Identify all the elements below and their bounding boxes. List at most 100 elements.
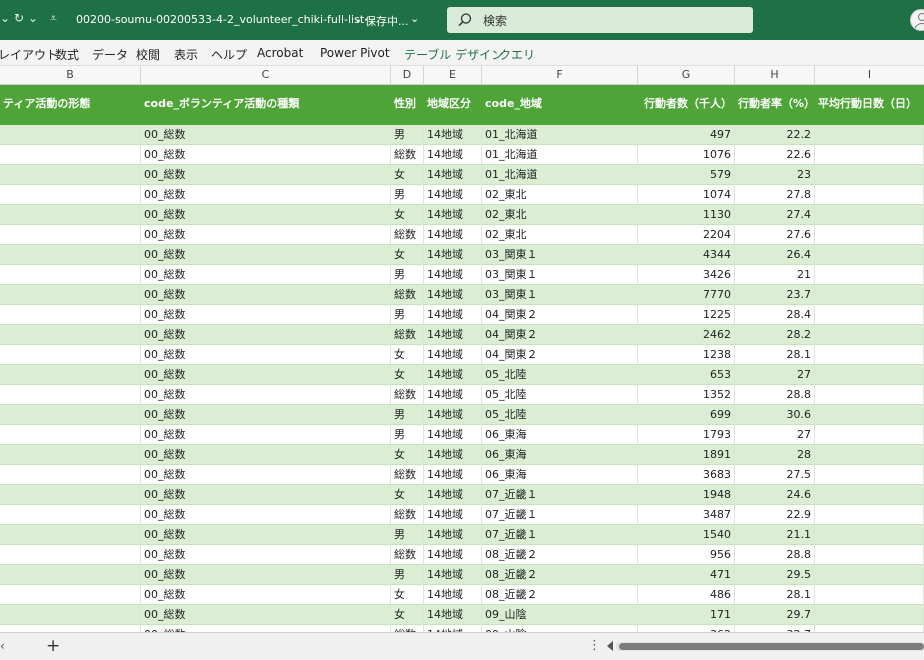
- cell-region-code[interactable]: 04_関東２: [482, 325, 638, 345]
- cell-participation-rate[interactable]: 28.8: [735, 385, 815, 405]
- cell-participants[interactable]: 2204: [638, 225, 735, 245]
- avatar[interactable]: [910, 9, 924, 31]
- cell-activity-form[interactable]: [0, 225, 141, 245]
- cell-region-code[interactable]: 03_関東１: [482, 265, 638, 285]
- cell-region-division[interactable]: 14地域: [424, 625, 482, 632]
- cell-participation-rate[interactable]: 28.1: [735, 345, 815, 365]
- cell-participants[interactable]: 471: [638, 565, 735, 585]
- cell-participants[interactable]: 2462: [638, 325, 735, 345]
- tab-help[interactable]: ヘルプ: [211, 46, 247, 63]
- cell-activity-form[interactable]: [0, 305, 141, 325]
- cell-sex[interactable]: 総数: [391, 325, 424, 345]
- tab-view[interactable]: 表示: [174, 46, 198, 63]
- cell-activity-type[interactable]: 00_総数: [141, 245, 391, 265]
- document-title[interactable]: 00200-soumu-00200533-4-2_volunteer_chiki…: [76, 13, 375, 26]
- tab-query[interactable]: クエリ: [499, 46, 535, 63]
- tab-page-layout[interactable]: レイアウト: [0, 46, 58, 63]
- cell-sex[interactable]: 男: [391, 525, 424, 545]
- cell-activity-form[interactable]: [0, 605, 141, 625]
- cell-avg-days[interactable]: [815, 145, 924, 165]
- cell-activity-type[interactable]: 00_総数: [141, 305, 391, 325]
- cell-participants[interactable]: 1891: [638, 445, 735, 465]
- cell-region-code[interactable]: 04_関東２: [482, 345, 638, 365]
- cell-participation-rate[interactable]: 21: [735, 265, 815, 285]
- cell-sex[interactable]: 女: [391, 585, 424, 605]
- cell-participants[interactable]: 1540: [638, 525, 735, 545]
- cell-sex[interactable]: 女: [391, 345, 424, 365]
- cell-region-code[interactable]: 02_東北: [482, 225, 638, 245]
- cell-region-code[interactable]: 08_近畿２: [482, 585, 638, 605]
- cell-sex[interactable]: 女: [391, 165, 424, 185]
- cell-activity-form[interactable]: [0, 505, 141, 525]
- cell-activity-form[interactable]: [0, 265, 141, 285]
- cell-region-division[interactable]: 14地域: [424, 465, 482, 485]
- cell-activity-type[interactable]: 00_総数: [141, 325, 391, 345]
- cell-participants[interactable]: 171: [638, 605, 735, 625]
- cell-participants[interactable]: 1238: [638, 345, 735, 365]
- cell-participation-rate[interactable]: 26.4: [735, 245, 815, 265]
- cell-region-code[interactable]: 07_近畿１: [482, 525, 638, 545]
- cell-avg-days[interactable]: [815, 345, 924, 365]
- cell-participation-rate[interactable]: 28.8: [735, 545, 815, 565]
- cell-sex[interactable]: 女: [391, 445, 424, 465]
- more-options-icon[interactable]: ⋮: [588, 638, 601, 653]
- cell-participants[interactable]: 3683: [638, 465, 735, 485]
- cell-sex[interactable]: 女: [391, 205, 424, 225]
- cell-region-division[interactable]: 14地域: [424, 385, 482, 405]
- tab-table-design[interactable]: テーブル デザイン: [404, 46, 503, 63]
- cell-region-division[interactable]: 14地域: [424, 425, 482, 445]
- cell-region-code[interactable]: 05_北陸: [482, 365, 638, 385]
- cell-sex[interactable]: 総数: [391, 385, 424, 405]
- cell-activity-type[interactable]: 00_総数: [141, 425, 391, 445]
- cell-participation-rate[interactable]: 29.7: [735, 605, 815, 625]
- cell-region-code[interactable]: 05_北陸: [482, 385, 638, 405]
- cell-participation-rate[interactable]: 32.7: [735, 625, 815, 632]
- cell-activity-form[interactable]: [0, 325, 141, 345]
- column-header-b[interactable]: B: [0, 66, 141, 85]
- cell-sex[interactable]: 女: [391, 485, 424, 505]
- cell-region-code[interactable]: 07_近畿１: [482, 505, 638, 525]
- cell-sex[interactable]: 男: [391, 425, 424, 445]
- cell-participants[interactable]: 1352: [638, 385, 735, 405]
- cell-activity-type[interactable]: 00_総数: [141, 445, 391, 465]
- cell-activity-type[interactable]: 00_総数: [141, 345, 391, 365]
- cell-sex[interactable]: 女: [391, 365, 424, 385]
- cell-participation-rate[interactable]: 28: [735, 445, 815, 465]
- cell-region-division[interactable]: 14地域: [424, 285, 482, 305]
- cell-activity-type[interactable]: 00_総数: [141, 525, 391, 545]
- cell-participants[interactable]: 1076: [638, 145, 735, 165]
- cell-sex[interactable]: 女: [391, 605, 424, 625]
- cell-sex[interactable]: 男: [391, 405, 424, 425]
- cell-participation-rate[interactable]: 22.6: [735, 145, 815, 165]
- cell-activity-type[interactable]: 00_総数: [141, 565, 391, 585]
- cell-region-division[interactable]: 14地域: [424, 325, 482, 345]
- tab-formulas[interactable]: 数式: [55, 46, 79, 63]
- column-header-h[interactable]: H: [735, 66, 815, 85]
- cell-participants[interactable]: 497: [638, 125, 735, 145]
- header-participants[interactable]: 行動者数（千人）: [638, 85, 735, 125]
- cell-participants[interactable]: 653: [638, 365, 735, 385]
- cell-avg-days[interactable]: [815, 385, 924, 405]
- cell-region-code[interactable]: 02_東北: [482, 205, 638, 225]
- cell-avg-days[interactable]: [815, 445, 924, 465]
- cell-avg-days[interactable]: [815, 185, 924, 205]
- cell-activity-type[interactable]: 00_総数: [141, 365, 391, 385]
- cell-activity-type[interactable]: 00_総数: [141, 165, 391, 185]
- cell-participation-rate[interactable]: 28.2: [735, 325, 815, 345]
- column-header-d[interactable]: D: [391, 66, 424, 85]
- cell-region-division[interactable]: 14地域: [424, 185, 482, 205]
- cell-activity-type[interactable]: 00_総数: [141, 145, 391, 165]
- cell-avg-days[interactable]: [815, 545, 924, 565]
- customize-quick-access-icon[interactable]: ⩡: [50, 11, 57, 26]
- cell-participants[interactable]: 4344: [638, 245, 735, 265]
- cell-avg-days[interactable]: [815, 365, 924, 385]
- cell-activity-form[interactable]: [0, 585, 141, 605]
- sheet-scroll-left-icon[interactable]: ‹: [0, 639, 5, 653]
- cell-activity-type[interactable]: 00_総数: [141, 205, 391, 225]
- header-sex[interactable]: 性別: [391, 85, 424, 125]
- cell-avg-days[interactable]: [815, 485, 924, 505]
- tab-power-pivot[interactable]: Power Pivot: [320, 46, 390, 60]
- cell-participants[interactable]: 3426: [638, 265, 735, 285]
- column-header-i[interactable]: I: [815, 66, 924, 85]
- cell-avg-days[interactable]: [815, 225, 924, 245]
